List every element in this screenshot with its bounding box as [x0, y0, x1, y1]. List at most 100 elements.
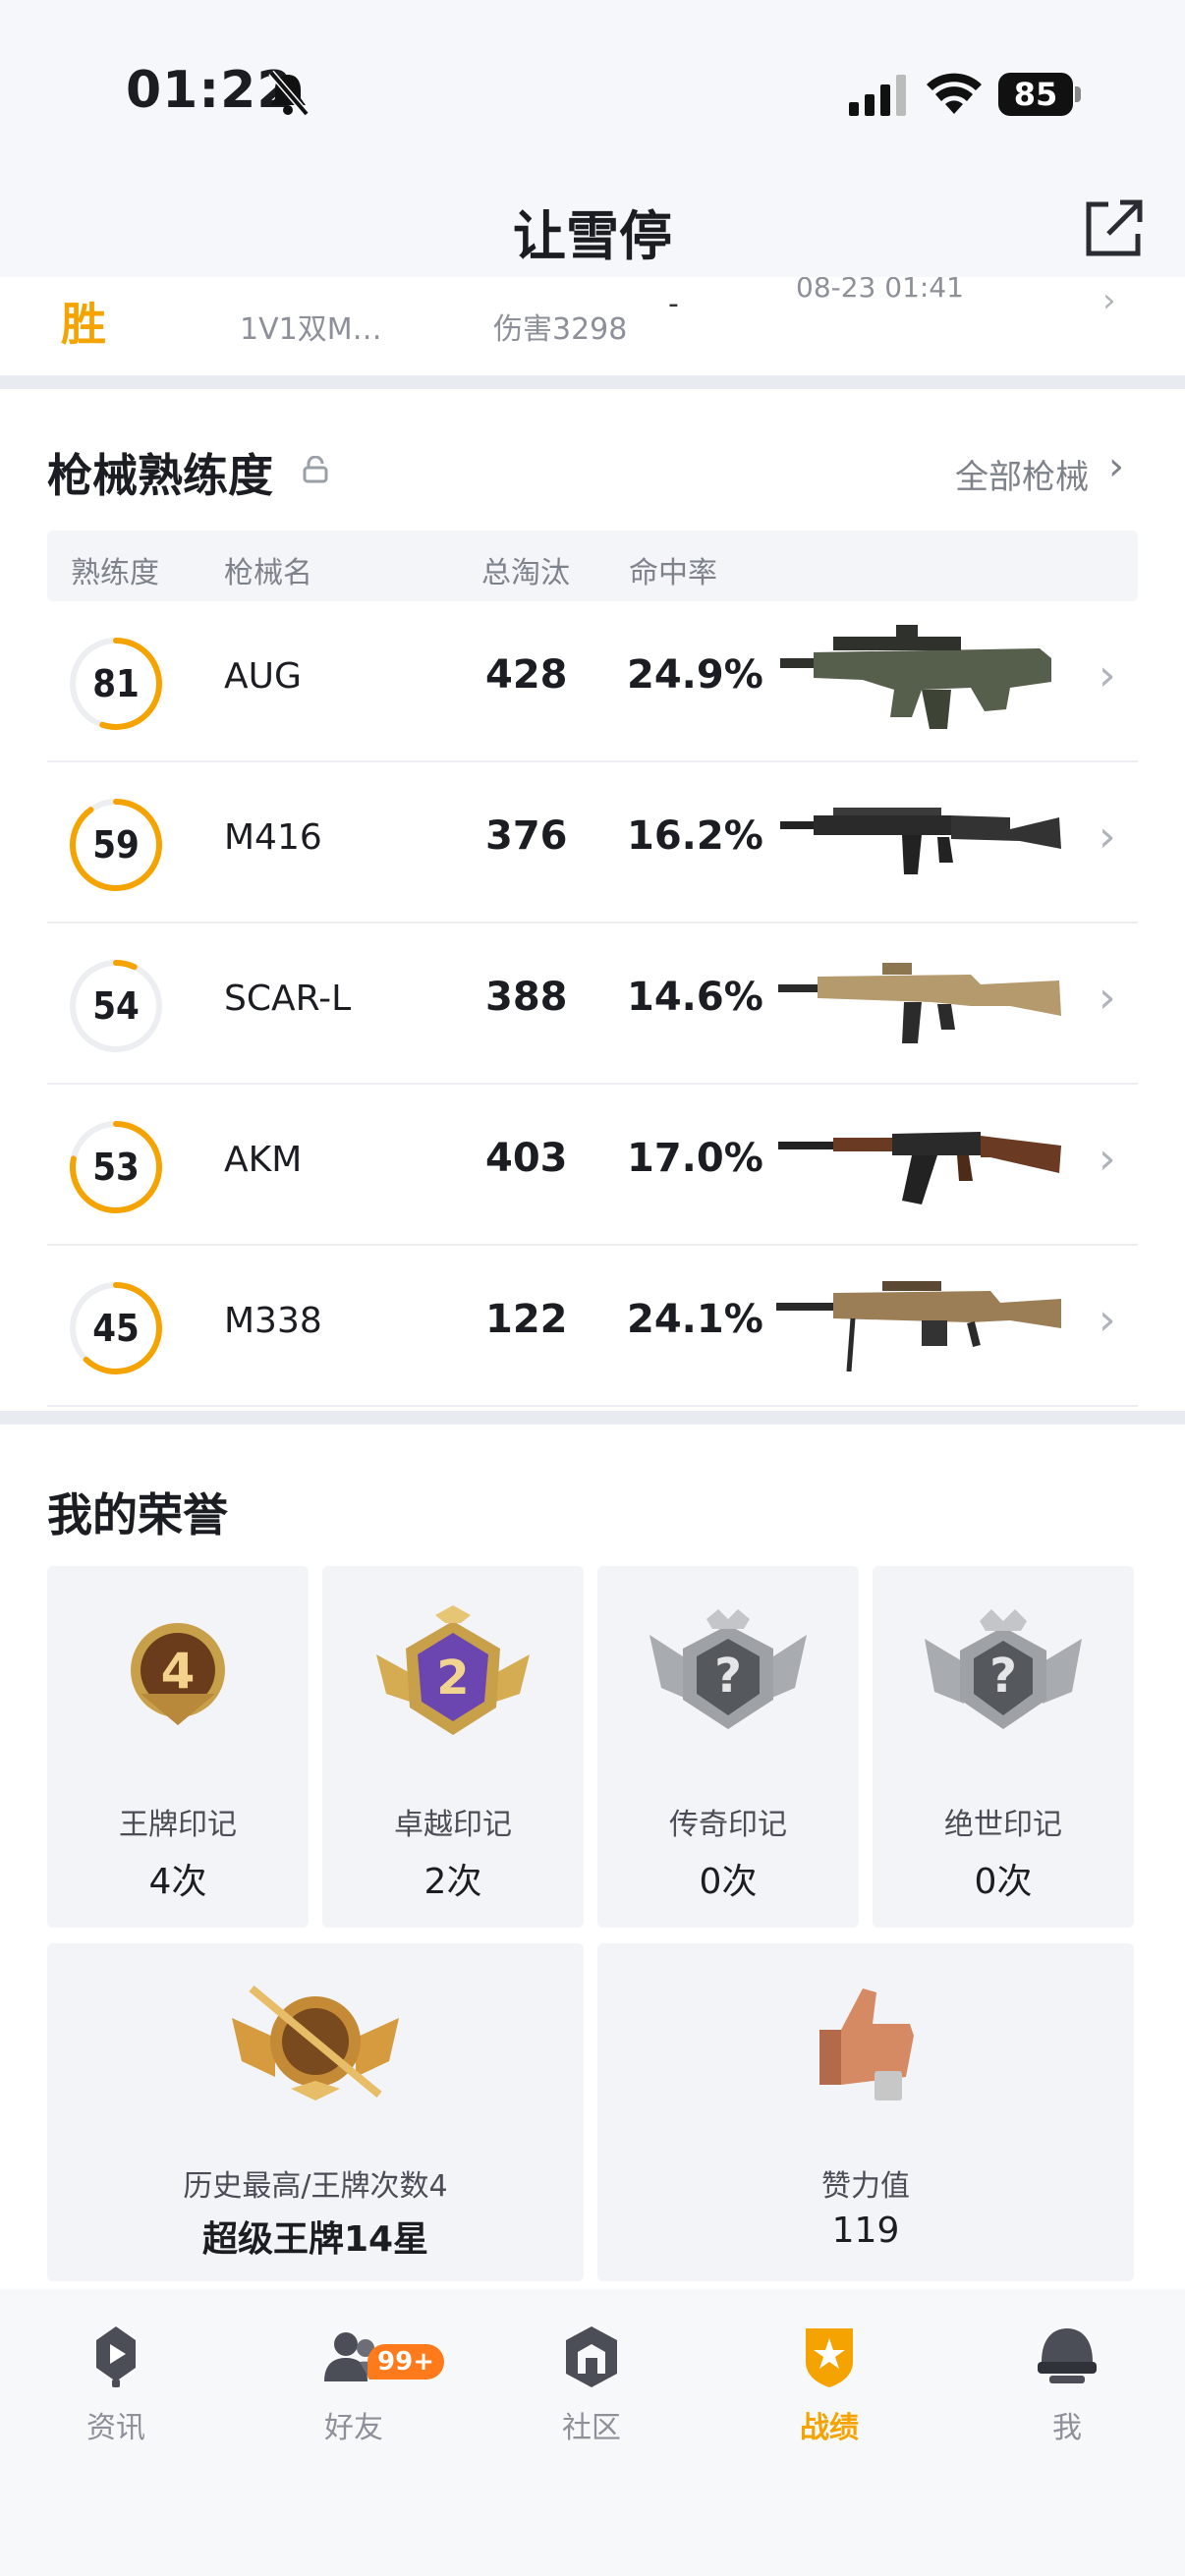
chevron-right-icon: ›: [1099, 812, 1116, 862]
like-power-label: 赞力值: [821, 2169, 910, 2204]
like-power-value: 119: [831, 2211, 900, 2251]
weapon-accuracy: 16.2%: [627, 813, 763, 859]
friends-notification-badge: 99+: [367, 2344, 444, 2380]
section-title: 我的荣誉: [47, 1488, 228, 1541]
tab-news[interactable]: 资讯: [37, 2323, 195, 2460]
section-title: 枪械熟练度: [47, 449, 273, 502]
proficiency-value: 45: [92, 1307, 140, 1350]
peerless-mark-card[interactable]: ? 绝世印记 0次: [873, 1566, 1134, 1928]
chevron-right-icon: ›: [1099, 1134, 1116, 1184]
col-weapon-name: 枪械名: [224, 556, 312, 590]
mute-bell-icon: [268, 70, 310, 117]
mark-count: 2次: [423, 1862, 482, 1902]
best-rank-card[interactable]: 历史最高/王牌次数4 超级王牌14星: [47, 1943, 584, 2281]
col-proficiency: 熟练度: [71, 556, 159, 590]
weapon-row-m416[interactable]: 59 M416 376 16.2% ›: [47, 762, 1138, 924]
tab-community[interactable]: 社区: [513, 2323, 670, 2460]
weapon-name: AKM: [224, 1140, 303, 1180]
proficiency-value: 59: [92, 823, 140, 867]
tab-label: 战绩: [800, 2411, 859, 2445]
battery-icon: 85: [998, 73, 1081, 116]
tab-label: 社区: [562, 2411, 621, 2445]
news-play-icon: [96, 2326, 136, 2387]
col-kills: 总淘汰: [481, 556, 570, 590]
tab-friends[interactable]: 好友: [275, 2323, 432, 2460]
legend-mark-card[interactable]: ? 传奇印记 0次: [597, 1566, 859, 1928]
ace-mark-card[interactable]: 4 王牌印记 4次: [47, 1566, 309, 1928]
super-ace-badge-icon: [232, 1985, 399, 2100]
chevron-right-icon: ›: [1099, 1295, 1116, 1345]
m416-rifle-icon: [780, 808, 1061, 874]
mark-label: 传奇印记: [669, 1808, 787, 1842]
peerless-mark-question: ?: [989, 1649, 1017, 1704]
bottom-nav: 资讯 好友 社区 战绩 我: [0, 2289, 1185, 2576]
tab-label: 好友: [324, 2411, 383, 2445]
section-divider: [0, 1411, 1185, 1425]
best-rank-value: 超级王牌14星: [201, 2219, 429, 2260]
helmet-profile-icon: [1038, 2328, 1097, 2383]
section-divider: [0, 375, 1185, 389]
weapon-proficiency-section: 枪械熟练度 全部枪械 › 熟练度 枪械名 总淘汰 命中率 81 AUG 428 …: [0, 389, 1185, 1411]
status-bar: 01:22 85: [0, 0, 1185, 177]
weapon-accuracy: 17.0%: [627, 1136, 763, 1181]
weapon-kills: 403: [485, 1136, 568, 1181]
tab-stats[interactable]: 战绩: [751, 2323, 908, 2460]
weapon-kills: 388: [485, 975, 568, 1020]
weapon-row-m338[interactable]: 45 M338 122 24.1% ›: [47, 1246, 1138, 1407]
weapon-name: AUG: [224, 656, 302, 697]
legend-mark-question: ?: [714, 1649, 742, 1704]
weapon-row-akm[interactable]: 53 AKM 403 17.0% ›: [47, 1085, 1138, 1246]
proficiency-ring: 53: [67, 1118, 165, 1216]
chevron-right-icon: ›: [1099, 650, 1116, 700]
proficiency-ring: 54: [67, 957, 165, 1055]
chevron-right-icon: ›: [1099, 973, 1116, 1023]
thumbs-up-icon: [819, 1988, 914, 2100]
weapon-accuracy: 24.1%: [627, 1297, 763, 1342]
chevron-right-icon[interactable]: ›: [1108, 444, 1124, 489]
match-record-row[interactable]: 胜 1V1双M… 伤害3298 - 08-23 01:41 ›: [0, 277, 1185, 375]
page-title: 让雪停: [513, 205, 672, 267]
tab-label: 我: [1052, 2411, 1082, 2445]
weapon-kills: 376: [485, 813, 568, 859]
chevron-right-icon: ›: [1102, 281, 1116, 320]
like-power-card[interactable]: 赞力值 119: [597, 1943, 1134, 2281]
match-result: 胜: [61, 298, 106, 351]
col-accuracy: 命中率: [629, 556, 717, 590]
proficiency-value: 54: [92, 984, 140, 1028]
weapon-kills: 122: [485, 1297, 568, 1342]
excellence-mark-number: 2: [436, 1651, 470, 1706]
tab-me[interactable]: 我: [988, 2323, 1146, 2460]
match-rank: -: [668, 287, 679, 321]
weapon-kills: 428: [485, 652, 568, 698]
mark-count: 4次: [148, 1862, 207, 1902]
proficiency-ring: 59: [67, 796, 165, 894]
weapon-name: M416: [224, 817, 322, 858]
mark-label: 卓越印记: [394, 1808, 512, 1842]
lock-icon[interactable]: [303, 456, 328, 483]
community-home-icon: [566, 2326, 617, 2387]
proficiency-value: 81: [92, 662, 140, 705]
weapon-accuracy: 14.6%: [627, 975, 763, 1020]
match-time: 08-23 01:41: [796, 277, 964, 304]
mark-label: 绝世印记: [944, 1808, 1062, 1842]
mark-count: 0次: [974, 1862, 1033, 1902]
weapon-accuracy: 24.9%: [627, 652, 763, 698]
scarl-rifle-icon: [778, 963, 1061, 1043]
best-rank-label: 历史最高/王牌次数4: [183, 2169, 448, 2204]
mark-label: 王牌印记: [119, 1808, 237, 1842]
match-damage: 伤害3298: [493, 312, 628, 347]
wifi-icon: [927, 73, 982, 114]
battery-level: 85: [998, 73, 1073, 116]
weapon-row-scarl[interactable]: 54 SCAR-L 388 14.6% ›: [47, 924, 1138, 1085]
cell-signal-icon: [849, 75, 906, 116]
proficiency-ring: 45: [67, 1279, 165, 1377]
akm-rifle-icon: [778, 1132, 1061, 1204]
m338-lmg-icon: [776, 1281, 1061, 1372]
all-weapons-link[interactable]: 全部枪械: [955, 450, 1089, 498]
weapon-row-aug[interactable]: 81 AUG 428 24.9% ›: [47, 601, 1138, 762]
honor-section: 我的荣誉 4 王牌印记 4次 2 卓越印记 2次 ? 传奇印记 0次 ? 绝世印…: [0, 1425, 1185, 2289]
tab-label: 资讯: [86, 2411, 145, 2445]
share-icon[interactable]: [1081, 196, 1146, 261]
excellence-mark-card[interactable]: 2 卓越印记 2次: [322, 1566, 584, 1928]
weapon-name: M338: [224, 1301, 322, 1341]
